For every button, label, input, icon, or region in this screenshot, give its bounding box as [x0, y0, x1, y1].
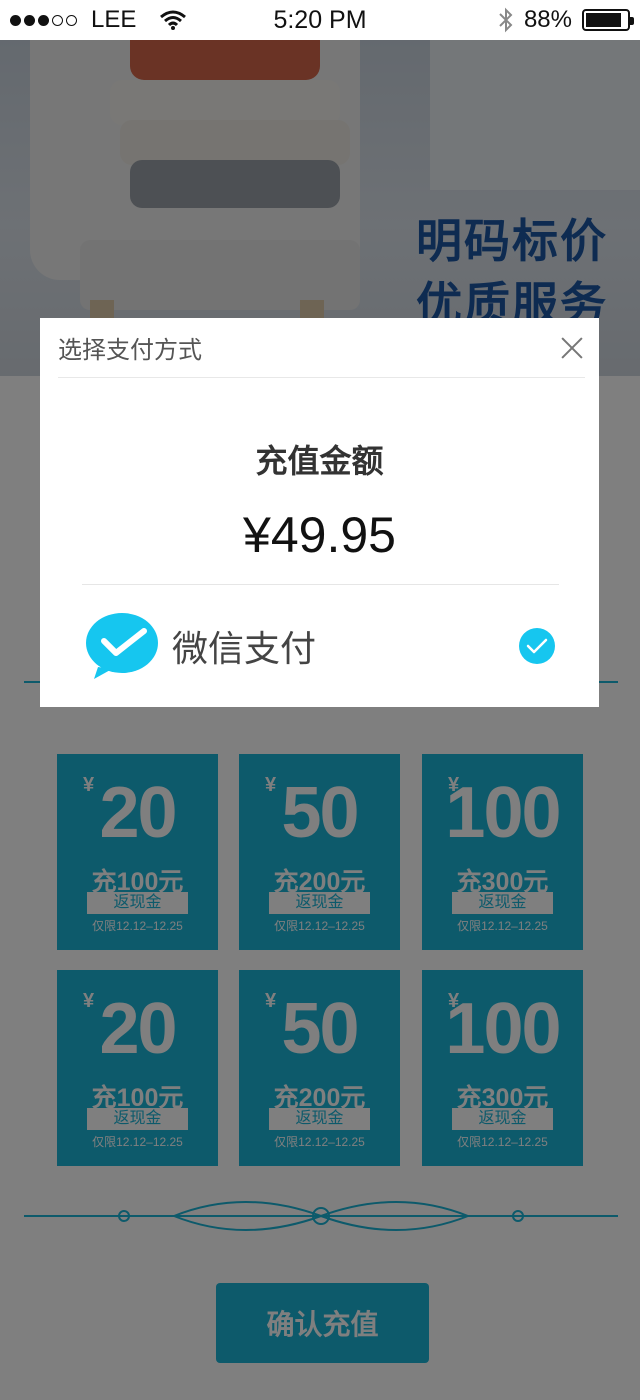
battery-fill — [586, 13, 622, 27]
close-icon[interactable] — [559, 335, 585, 361]
bluetooth-icon — [499, 7, 513, 33]
battery-percent: 88% — [523, 6, 572, 33]
carrier-name: LEE — [91, 6, 137, 33]
dialog-title: 选择支付方式 — [58, 337, 202, 364]
status-right: 88% — [498, 6, 634, 34]
dialog-header: 选择支付方式 — [58, 318, 585, 378]
amount-value: ¥49.95 — [243, 507, 396, 563]
wifi-icon — [160, 10, 187, 30]
battery-icon — [582, 9, 634, 31]
status-bar: LEE 5:20 PM 88% — [0, 0, 640, 40]
divider — [82, 584, 559, 585]
wechat-pay-icon — [86, 613, 158, 679]
amount-label: 充值金额 — [255, 443, 384, 479]
payment-option-wechat[interactable]: 微信支付 — [82, 606, 555, 686]
check-icon[interactable] — [519, 628, 555, 664]
modal-backdrop[interactable] — [0, 40, 640, 1400]
signal-icon — [10, 14, 77, 26]
payment-method-dialog: 选择支付方式 充值金额 ¥49.95 微信支付 — [40, 318, 599, 707]
status-left: LEE — [10, 6, 210, 34]
payment-method-label: 微信支付 — [172, 628, 317, 669]
